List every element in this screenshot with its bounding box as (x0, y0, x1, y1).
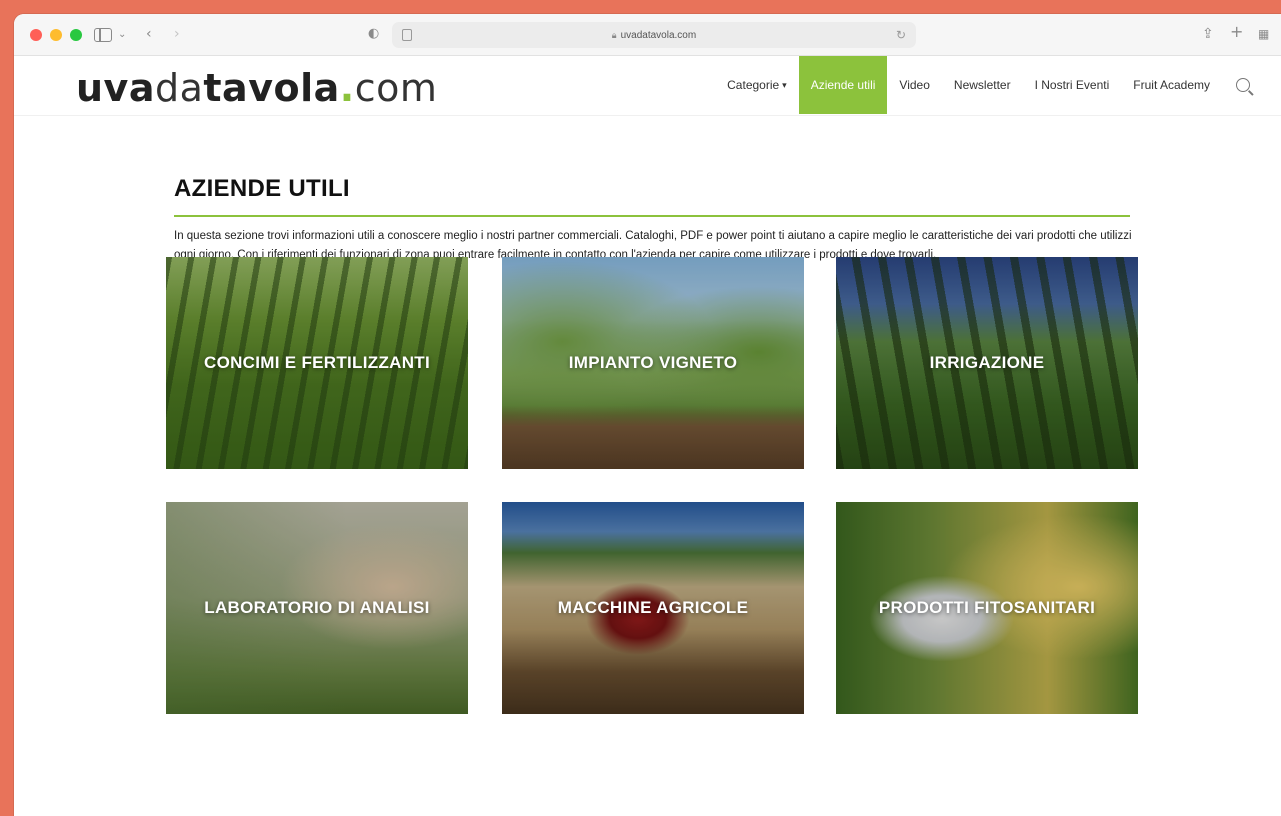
minimize-window-button[interactable] (50, 29, 62, 41)
card-label: CONCIMI E FERTILIZZANTI (204, 353, 430, 372)
share-icon[interactable]: ⇪ (1202, 25, 1214, 43)
nav-label: I Nostri Eventi (1034, 78, 1110, 92)
browser-window: ⌄ ‹ › ◐ 🔒︎ uvadatavola.com ↻ ⇪ + ▦ uvada… (14, 14, 1281, 816)
address-bar[interactable]: 🔒︎ uvadatavola.com ↻ (392, 22, 916, 48)
forward-icon[interactable]: › (174, 25, 180, 43)
card-laboratorio-analisi[interactable]: LABORATORIO DI ANALISI (166, 502, 468, 714)
browser-toolbar: ⌄ ‹ › ◐ 🔒︎ uvadatavola.com ↻ ⇪ + ▦ (14, 14, 1281, 56)
title-divider (174, 215, 1130, 217)
nav-item-eventi[interactable]: I Nostri Eventi (1023, 56, 1122, 114)
card-label: IMPIANTO VIGNETO (568, 353, 738, 372)
reader-icon[interactable] (402, 29, 412, 41)
window-controls (30, 29, 82, 41)
card-label: MACCHINE AGRICOLE (557, 598, 749, 617)
nav-item-newsletter[interactable]: Newsletter (942, 56, 1023, 114)
nav-label: Video (899, 78, 930, 92)
nav-item-categorie[interactable]: Categorie ▾ (715, 56, 799, 114)
new-tab-icon[interactable]: + (1230, 23, 1243, 41)
logo-dot: . (339, 66, 355, 110)
nav-item-video[interactable]: Video (887, 56, 941, 114)
search-icon[interactable] (1236, 78, 1250, 92)
lock-icon: 🔒︎ (611, 29, 617, 40)
nav-label: Newsletter (953, 78, 1011, 92)
card-irrigazione[interactable]: IRRIGAZIONE (836, 257, 1138, 469)
nav-item-fruit-academy[interactable]: Fruit Academy (1121, 56, 1222, 114)
zoom-window-button[interactable] (70, 29, 82, 41)
nav-label: Aziende utili (810, 78, 876, 92)
site-logo[interactable]: uvadatavola.com (76, 66, 437, 110)
privacy-shield-icon[interactable]: ◐ (368, 25, 379, 43)
main-nav: Categorie ▾ Aziende utili Video Newslette… (715, 56, 1250, 114)
sidebar-toggle-icon[interactable] (94, 28, 112, 42)
card-prodotti-fitosanitari[interactable]: PRODOTTI FITOSANITARI (836, 502, 1138, 714)
close-window-button[interactable] (30, 29, 42, 41)
card-label: LABORATORIO DI ANALISI (204, 598, 430, 617)
nav-item-aziende-utili[interactable]: Aziende utili (798, 56, 888, 114)
url-text: uvadatavola.com (620, 29, 697, 41)
chevron-down-icon: ▾ (782, 79, 787, 90)
card-macchine-agricole[interactable]: MACCHINE AGRICOLE (502, 502, 804, 714)
card-label: PRODOTTI FITOSANITARI (878, 598, 1096, 617)
tab-overview-icon[interactable]: ▦ (1258, 25, 1269, 43)
nav-label: Categorie (727, 78, 780, 92)
logo-part-tavola: tavola (203, 66, 340, 110)
chevron-down-icon[interactable]: ⌄ (118, 26, 126, 44)
back-icon[interactable]: ‹ (146, 25, 152, 43)
logo-part-da: da (154, 66, 204, 110)
card-impianto-vigneto[interactable]: IMPIANTO VIGNETO (502, 257, 804, 469)
logo-part-uva: uva (76, 66, 155, 110)
page-title: AZIENDE UTILI (174, 175, 350, 202)
card-concimi-fertilizzanti[interactable]: CONCIMI E FERTILIZZANTI (166, 257, 468, 469)
reload-icon[interactable]: ↻ (896, 28, 906, 42)
nav-label: Fruit Academy (1133, 78, 1210, 92)
logo-part-com: com (354, 66, 438, 110)
site-header: uvadatavola.com Categorie ▾ Aziende utili… (14, 56, 1281, 116)
card-label: IRRIGAZIONE (929, 353, 1045, 372)
